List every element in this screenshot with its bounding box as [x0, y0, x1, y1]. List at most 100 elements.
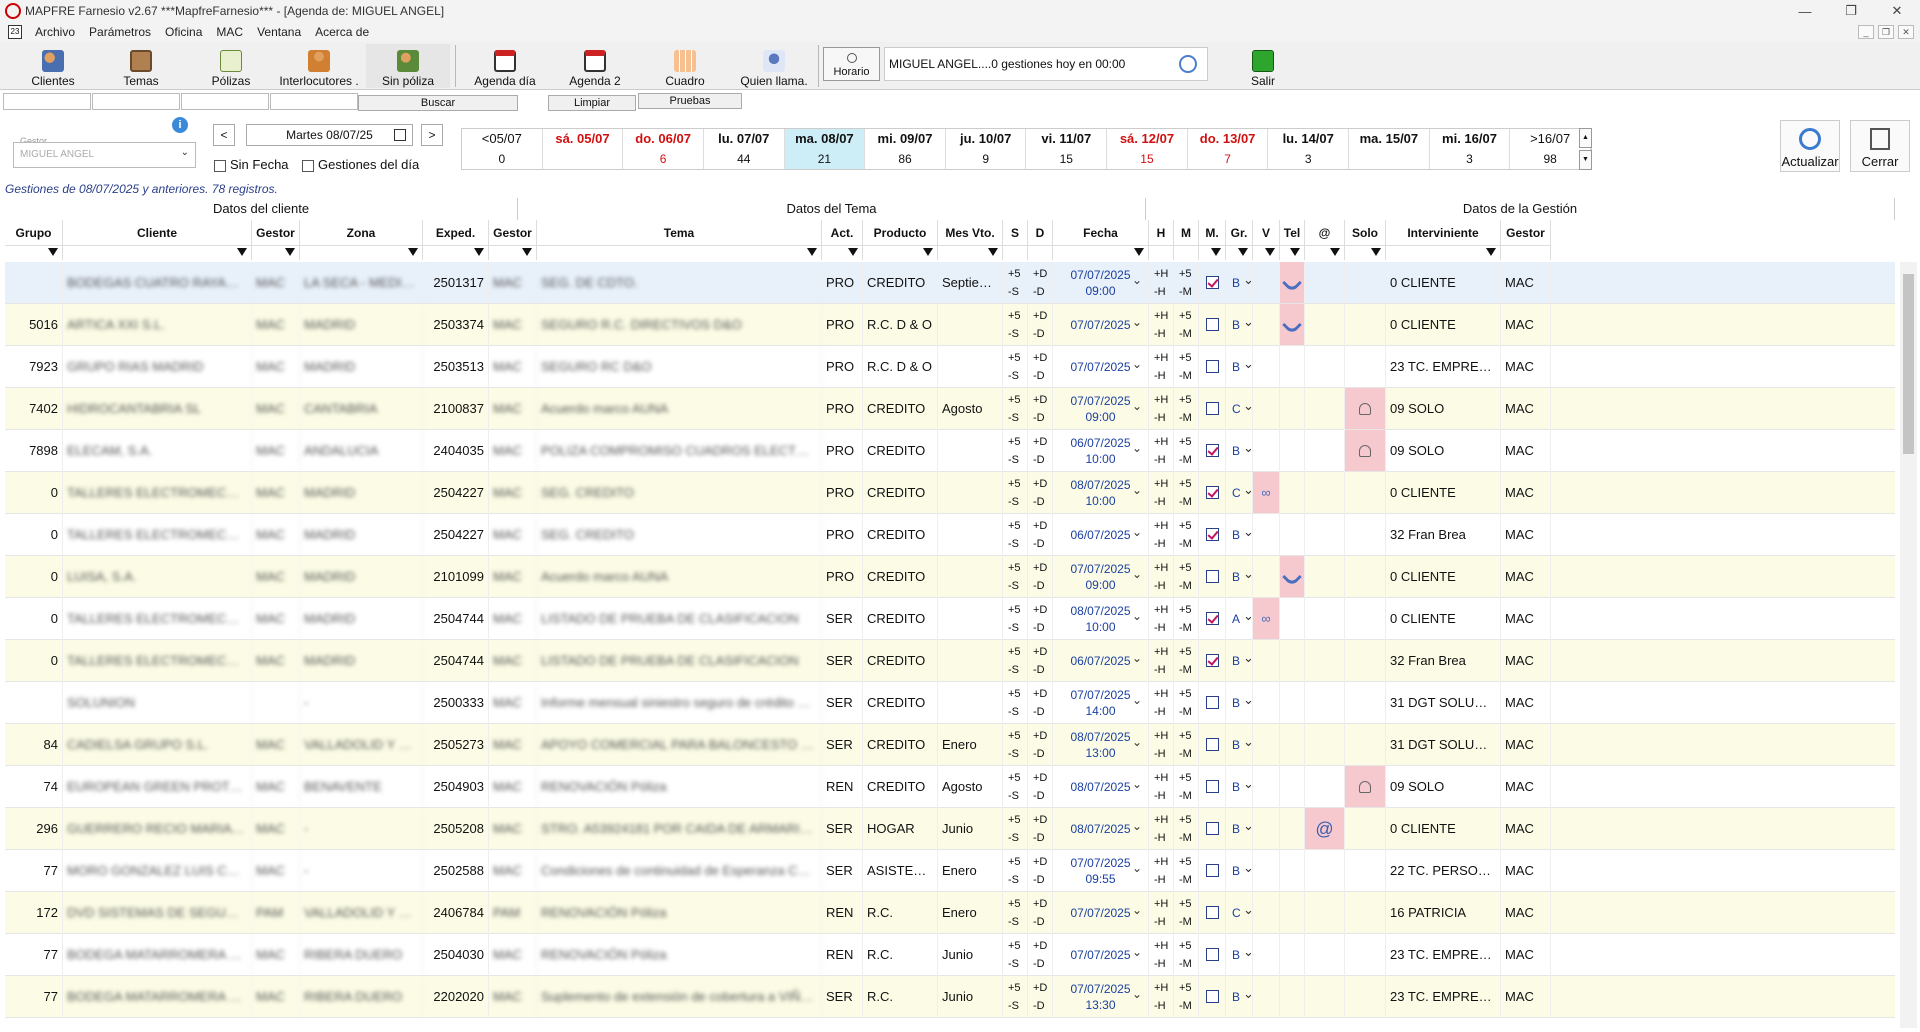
cell-d-plus[interactable]: +D	[1033, 268, 1047, 280]
cell-s-minus[interactable]: -S	[1008, 790, 1019, 802]
filter-icon[interactable]	[48, 248, 58, 256]
cell-d-minus[interactable]: -D	[1033, 832, 1045, 844]
cell-d-plus[interactable]: +D	[1033, 856, 1047, 868]
cell-h-plus[interactable]: +H	[1154, 478, 1168, 490]
column-header-6[interactable]: Tema	[537, 220, 822, 246]
cell-d-minus[interactable]: -D	[1033, 580, 1045, 592]
cell-s-plus[interactable]: +5	[1008, 898, 1021, 910]
cell-s-minus[interactable]: -S	[1008, 874, 1019, 886]
day-4[interactable]: ma. 08/07 21	[784, 129, 866, 169]
cell-d-plus[interactable]: +D	[1033, 310, 1047, 322]
cell-h-minus[interactable]: -H	[1154, 496, 1166, 508]
column-header-2[interactable]: Gestor	[252, 220, 300, 246]
cell-h-plus[interactable]: +H	[1154, 436, 1168, 448]
day-8[interactable]: sá. 12/07 15	[1107, 129, 1188, 169]
cell-h-minus[interactable]: -H	[1154, 916, 1166, 928]
table-row[interactable]: 0TALLERES ELECTROMECANICOS L. PI...MACMA…	[5, 514, 1895, 556]
cell-h-plus[interactable]: +H	[1154, 772, 1168, 784]
filter-icon[interactable]	[1290, 248, 1300, 256]
cell-h-plus[interactable]: +H	[1154, 730, 1168, 742]
cell-fecha[interactable]: 07/07/2025 09:00 ⌄	[1053, 388, 1149, 430]
cell-gr[interactable]: B ⌄	[1226, 556, 1253, 598]
cell-gr[interactable]: B ⌄	[1226, 766, 1253, 808]
scrollbar-thumb[interactable]	[1903, 274, 1914, 454]
cell-s-minus[interactable]: -S	[1008, 832, 1019, 844]
chevron-down-icon[interactable]: ⌄	[1132, 398, 1142, 414]
column-header-10[interactable]: S	[1003, 220, 1028, 246]
cell-s-minus[interactable]: -S	[1008, 1000, 1019, 1012]
chevron-down-icon[interactable]: ⌄	[1132, 356, 1142, 372]
cell-d-plus[interactable]: +D	[1033, 352, 1047, 364]
table-row[interactable]: 77 BODEGA MATARROMERA S.L. MAC RIBERA DUERO…	[5, 976, 1895, 1018]
cell-h-minus[interactable]: -H	[1154, 748, 1166, 760]
cell-gr[interactable]: C ⌄	[1226, 388, 1253, 430]
cell-d-minus[interactable]: -D	[1033, 790, 1045, 802]
cell-m-plus[interactable]: +5	[1179, 394, 1192, 406]
cell-h-minus[interactable]: -H	[1154, 286, 1166, 298]
cell-h-plus[interactable]: +H	[1154, 814, 1168, 826]
cell-s-plus[interactable]: +5	[1008, 394, 1021, 406]
day-10[interactable]: lu. 14/07 3	[1268, 129, 1350, 169]
cell-m-minus[interactable]: -M	[1179, 496, 1192, 508]
cell-s-minus[interactable]: -S	[1008, 496, 1019, 508]
cell-s-minus[interactable]: -S	[1008, 958, 1019, 970]
cell-gr[interactable]: B ⌄	[1226, 304, 1253, 346]
chevron-down-icon[interactable]: ⌄	[1132, 944, 1142, 960]
actualizar-button[interactable]: Actualizar	[1780, 120, 1840, 172]
chevron-down-icon[interactable]: ⌄	[1132, 650, 1142, 666]
cell-h-plus[interactable]: +H	[1154, 352, 1168, 364]
calendar-icon[interactable]	[394, 129, 406, 141]
table-row[interactable]: 172DVD SISTEMAS DE SEGURIDAD C.B.PAMVALL…	[5, 892, 1895, 934]
cell-h-plus[interactable]: +H	[1154, 562, 1168, 574]
cell-gr[interactable]: C ⌄	[1226, 892, 1253, 934]
cell-fecha[interactable]: 08/07/2025 10:00 ⌄	[1053, 598, 1149, 640]
cell-h-plus[interactable]: +H	[1154, 646, 1168, 658]
cell-gr[interactable]: B ⌄	[1226, 850, 1253, 892]
cell-m-minus[interactable]: -M	[1179, 916, 1192, 928]
cell-h-minus[interactable]: -H	[1154, 832, 1166, 844]
cell-m-minus[interactable]: -M	[1179, 538, 1192, 550]
filter-icon[interactable]	[408, 248, 418, 256]
cell-s-minus[interactable]: -S	[1008, 580, 1019, 592]
cell-d-minus[interactable]: -D	[1033, 958, 1045, 970]
cell-d-plus[interactable]: +D	[1033, 436, 1047, 448]
column-header-19[interactable]: @	[1305, 220, 1345, 246]
cell-s-minus[interactable]: -S	[1008, 286, 1019, 298]
m-checkbox[interactable]	[1206, 864, 1219, 877]
cell-s-minus[interactable]: -S	[1008, 916, 1019, 928]
refresh-icon[interactable]	[1179, 55, 1197, 73]
m-checkbox[interactable]	[1206, 948, 1219, 961]
cell-s-plus[interactable]: +5	[1008, 436, 1021, 448]
m-checkbox[interactable]	[1206, 612, 1219, 625]
m-checkbox[interactable]	[1206, 696, 1219, 709]
column-header-11[interactable]: D	[1028, 220, 1053, 246]
filter-icon[interactable]	[1371, 248, 1381, 256]
menu-oficina[interactable]: Oficina	[158, 25, 209, 39]
scroll-down-button[interactable]: ▼	[1579, 150, 1592, 170]
cell-m-minus[interactable]: -M	[1179, 622, 1192, 634]
cell-m-minus[interactable]: -M	[1179, 958, 1192, 970]
cell-h-minus[interactable]: -H	[1154, 454, 1166, 466]
chevron-down-icon[interactable]: ⌄	[1243, 556, 1252, 592]
day-2[interactable]: do. 06/07 6	[623, 129, 704, 169]
cell-d-minus[interactable]: -D	[1033, 664, 1045, 676]
cell-s-plus[interactable]: +5	[1008, 352, 1021, 364]
m-checkbox[interactable]	[1206, 444, 1219, 457]
table-row[interactable]: SOLUNION -2500333 MAC Informe mensual sinie…	[5, 682, 1895, 724]
chevron-down-icon[interactable]: ⌄	[1132, 734, 1142, 750]
filter-icon[interactable]	[1238, 248, 1248, 256]
mdi-close-button[interactable]: ✕	[1898, 25, 1914, 39]
cell-s-minus[interactable]: -S	[1008, 664, 1019, 676]
cell-s-plus[interactable]: +5	[1008, 856, 1021, 868]
polizas-button[interactable]: Pólizas	[198, 44, 264, 88]
cell-m-plus[interactable]: +5	[1179, 688, 1192, 700]
m-checkbox[interactable]	[1206, 402, 1219, 415]
column-header-21[interactable]: Interviniente	[1386, 220, 1501, 246]
cell-m-plus[interactable]: +5	[1179, 940, 1192, 952]
cell-s-plus[interactable]: +5	[1008, 520, 1021, 532]
cell-m-minus[interactable]: -M	[1179, 370, 1192, 382]
cell-fecha[interactable]: 08/07/2025 ⌄	[1053, 808, 1149, 850]
chevron-down-icon[interactable]: ⌄	[1132, 776, 1142, 792]
at-icon[interactable]: @	[1305, 808, 1344, 849]
day-11[interactable]: ma. 15/07	[1349, 129, 1430, 169]
